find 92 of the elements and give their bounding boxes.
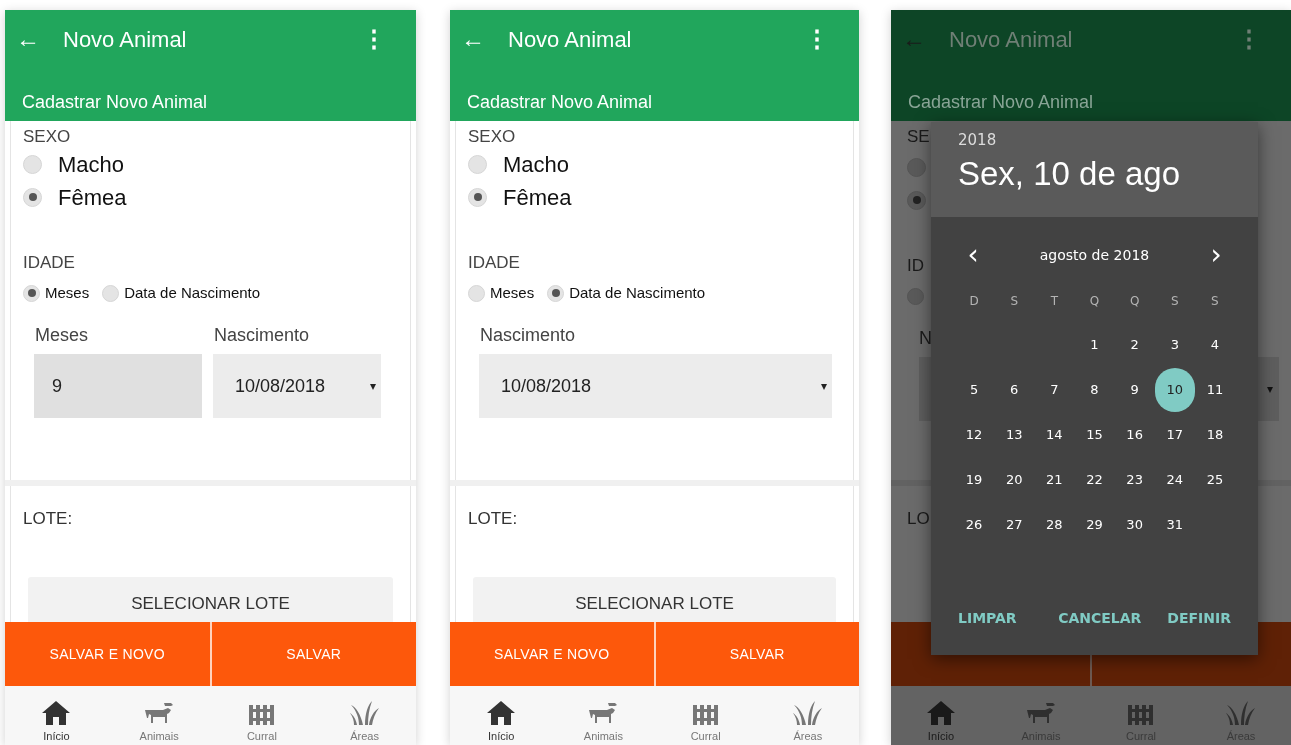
date-select[interactable]: 10/08/2018 ▾: [213, 354, 381, 418]
section-label: LOTE:: [23, 508, 74, 530]
nav-tab[interactable]: Curral: [210, 686, 314, 745]
radio-label: Macho: [503, 150, 570, 179]
section-label: IDADE: [468, 253, 521, 273]
dialog-button[interactable]: DEFINIR: [1154, 602, 1244, 635]
nav-tab[interactable]: Animais: [552, 686, 655, 745]
section-label: SE: [907, 127, 930, 147]
section-label: LOTE:: [468, 508, 519, 530]
section-label: IDADE: [23, 253, 76, 273]
subtitle: Cadastrar Novo Animal: [22, 92, 208, 112]
dialog-button[interactable]: LIMPAR: [945, 602, 1030, 635]
app-title: Novo Animal: [949, 25, 1073, 54]
calendar-day[interactable]: 15: [1074, 412, 1115, 457]
nav-tab[interactable]: Animais: [107, 686, 211, 745]
nav-tab[interactable]: Áreas: [313, 686, 416, 745]
date-select[interactable]: 10/08/2018 ▾: [479, 354, 832, 418]
weekday-label: S: [1210, 293, 1220, 310]
radio-label: Meses: [45, 282, 90, 303]
selected-year[interactable]: 2018: [958, 130, 1231, 150]
calendar-day[interactable]: 24: [1154, 457, 1195, 502]
calendar-day[interactable]: 13: [994, 412, 1035, 457]
section-label: LO: [907, 509, 930, 528]
radio-label: Fêmea: [58, 183, 127, 212]
nav-tab[interactable]: Áreas: [756, 686, 859, 745]
radio-label: Data de Nascimento: [569, 282, 706, 303]
calendar-day[interactable]: 7: [1034, 367, 1075, 412]
radio-label: Meses: [490, 282, 535, 303]
calendar-day[interactable]: 30: [1114, 502, 1155, 547]
weekday-label: Q: [1088, 293, 1101, 310]
previous-month-button[interactable]: ‹: [961, 241, 985, 269]
select-lot-button[interactable]: SELECIONAR LOTE: [473, 577, 836, 622]
calendar-day[interactable]: 8: [1074, 367, 1115, 412]
weekday-label: S: [1009, 293, 1019, 310]
weekday-label: S: [1169, 293, 1180, 310]
nav-tab[interactable]: Início: [450, 686, 553, 745]
subtitle: Cadastrar Novo Animal: [908, 92, 1094, 112]
select-lot-button[interactable]: SELECIONAR LOTE: [28, 577, 393, 622]
calendar-day[interactable]: 2: [1114, 322, 1155, 367]
grass-icon: [347, 699, 382, 727]
subtitle: Cadastrar Novo Animal: [467, 92, 653, 112]
grass-icon: [1224, 699, 1258, 727]
field-label: Nascimento: [213, 324, 311, 346]
calendar-day[interactable]: 11: [1194, 367, 1235, 412]
calendar-day[interactable]: 9: [1114, 367, 1155, 412]
field-label: Meses: [34, 324, 89, 346]
nav-tab[interactable]: Curral: [654, 686, 757, 745]
weekday-label: D: [968, 293, 980, 310]
nav-tab[interactable]: Início: [5, 686, 108, 745]
calendar-day[interactable]: 6: [994, 367, 1035, 412]
radio-label: Data de Nascimento: [124, 282, 261, 303]
calendar-day[interactable]: 28: [1034, 502, 1075, 547]
calendar-day[interactable]: 10: [1154, 367, 1195, 412]
calendar-day[interactable]: 27: [994, 502, 1035, 547]
calendar-day[interactable]: 25: [1194, 457, 1235, 502]
calendar-day[interactable]: 18: [1194, 412, 1235, 457]
calendar-day[interactable]: 29: [1074, 502, 1115, 547]
app-title: Novo Animal: [508, 25, 632, 54]
radio-label: Fêmea: [503, 183, 572, 212]
calendar-day[interactable]: 31: [1154, 502, 1195, 547]
calendar-day[interactable]: 4: [1194, 322, 1235, 367]
calendar-day[interactable]: 20: [994, 457, 1035, 502]
calendar-day[interactable]: 26: [954, 502, 995, 547]
calendar-day[interactable]: 5: [954, 367, 995, 412]
field-label: Nascimento: [479, 324, 577, 346]
radio-button[interactable]: [907, 287, 924, 305]
section-label: ID: [907, 256, 924, 276]
calendar-day[interactable]: 1: [1074, 322, 1115, 367]
next-month-button[interactable]: ›: [1204, 241, 1228, 269]
input-field[interactable]: 9: [34, 354, 202, 418]
calendar-day[interactable]: 3: [1154, 322, 1195, 367]
selected-date: Sex, 10 de ago: [958, 154, 1181, 194]
calendar-day[interactable]: 16: [1114, 412, 1155, 457]
radio-button[interactable]: [907, 190, 926, 210]
radio-button[interactable]: [907, 157, 926, 177]
section-label: SEXO: [23, 127, 72, 147]
calendar-day[interactable]: 23: [1114, 457, 1155, 502]
dialog-button[interactable]: CANCELAR: [1045, 602, 1155, 635]
calendar-day[interactable]: 14: [1034, 412, 1075, 457]
calendar-day[interactable]: 12: [954, 412, 995, 457]
grass-icon: [790, 699, 825, 727]
month-title: agosto de 2018: [1038, 245, 1151, 265]
calendar-day[interactable]: 22: [1074, 457, 1115, 502]
calendar-day[interactable]: 19: [954, 457, 995, 502]
radio-label: Macho: [58, 150, 125, 179]
calendar-day[interactable]: 21: [1034, 457, 1075, 502]
weekday-label: Q: [1128, 293, 1141, 310]
app-title: Novo Animal: [63, 25, 187, 54]
field-label: N: [919, 327, 932, 349]
section-label: SEXO: [468, 127, 517, 147]
weekday-label: T: [1049, 293, 1059, 310]
calendar-day[interactable]: 17: [1154, 412, 1195, 457]
